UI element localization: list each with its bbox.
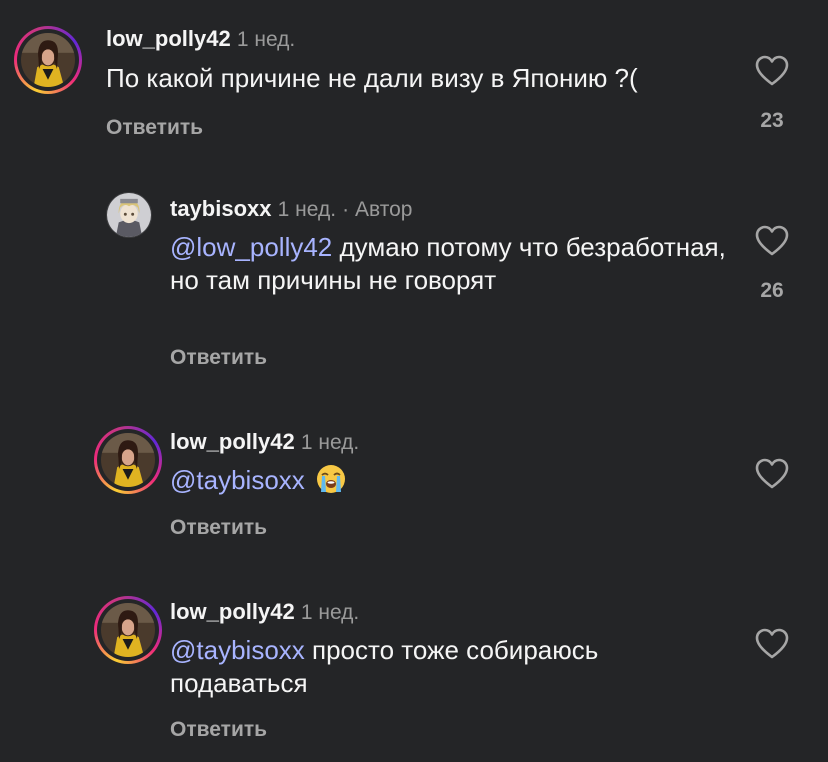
reply-button[interactable]: Ответить [170, 346, 267, 370]
comment-text-content: По какой причине не дали визу в Японию ?… [106, 63, 638, 93]
timestamp: 1 нед. [300, 601, 360, 624]
comment-text: @taybisoxx [170, 464, 730, 497]
username[interactable]: low_polly42 [170, 599, 295, 624]
timestamp: 1 нед. [236, 28, 296, 51]
like-count: 26 [760, 279, 784, 302]
avatar-inner [97, 429, 159, 491]
avatar-inner [97, 599, 159, 661]
like-count: 23 [760, 109, 784, 132]
comment-text-content [305, 465, 312, 495]
comment-meta: taybisoxx 1 нед. · Автор [170, 196, 412, 223]
comment-meta: low_polly42 1 нед. [106, 26, 295, 53]
avatar[interactable] [106, 192, 152, 238]
heart-outline-icon[interactable] [755, 55, 789, 87]
loudly-crying-face-emoji [317, 465, 346, 493]
reply-button[interactable]: Ответить [170, 718, 267, 742]
reply-button[interactable]: Ответить [106, 116, 203, 140]
username[interactable]: low_polly42 [170, 429, 295, 454]
timestamp: 1 нед. [277, 198, 337, 221]
heart-outline-icon[interactable] [755, 225, 789, 257]
user-avatar-icon [101, 603, 155, 657]
heart-outline-icon[interactable] [755, 458, 789, 490]
reply-button[interactable]: Ответить [170, 516, 267, 540]
comment-text: По какой причине не дали визу в Японию ?… [106, 62, 726, 95]
username[interactable]: low_polly42 [106, 26, 231, 51]
username[interactable]: taybisoxx [170, 196, 272, 221]
heart-outline-icon[interactable] [755, 628, 789, 660]
author-badge: · Автор [342, 198, 413, 221]
comment-text: @low_polly42 думаю потому что безработна… [170, 231, 730, 297]
comment-meta: low_polly42 1 нед. [170, 429, 359, 456]
user-avatar-icon [21, 33, 75, 87]
mention-link[interactable]: @low_polly42 [170, 232, 332, 262]
mention-link[interactable]: @taybisoxx [170, 635, 305, 665]
avatar[interactable] [94, 596, 162, 664]
mention-link[interactable]: @taybisoxx [170, 465, 305, 495]
user-avatar-icon [101, 433, 155, 487]
avatar[interactable] [94, 426, 162, 494]
user-avatar-icon [107, 193, 151, 237]
avatar[interactable] [14, 26, 82, 94]
avatar-inner [17, 29, 79, 91]
comment-text: @taybisoxx просто тоже собираюсь подават… [170, 634, 730, 700]
timestamp: 1 нед. [300, 431, 360, 454]
comment-meta: low_polly42 1 нед. [170, 599, 359, 626]
